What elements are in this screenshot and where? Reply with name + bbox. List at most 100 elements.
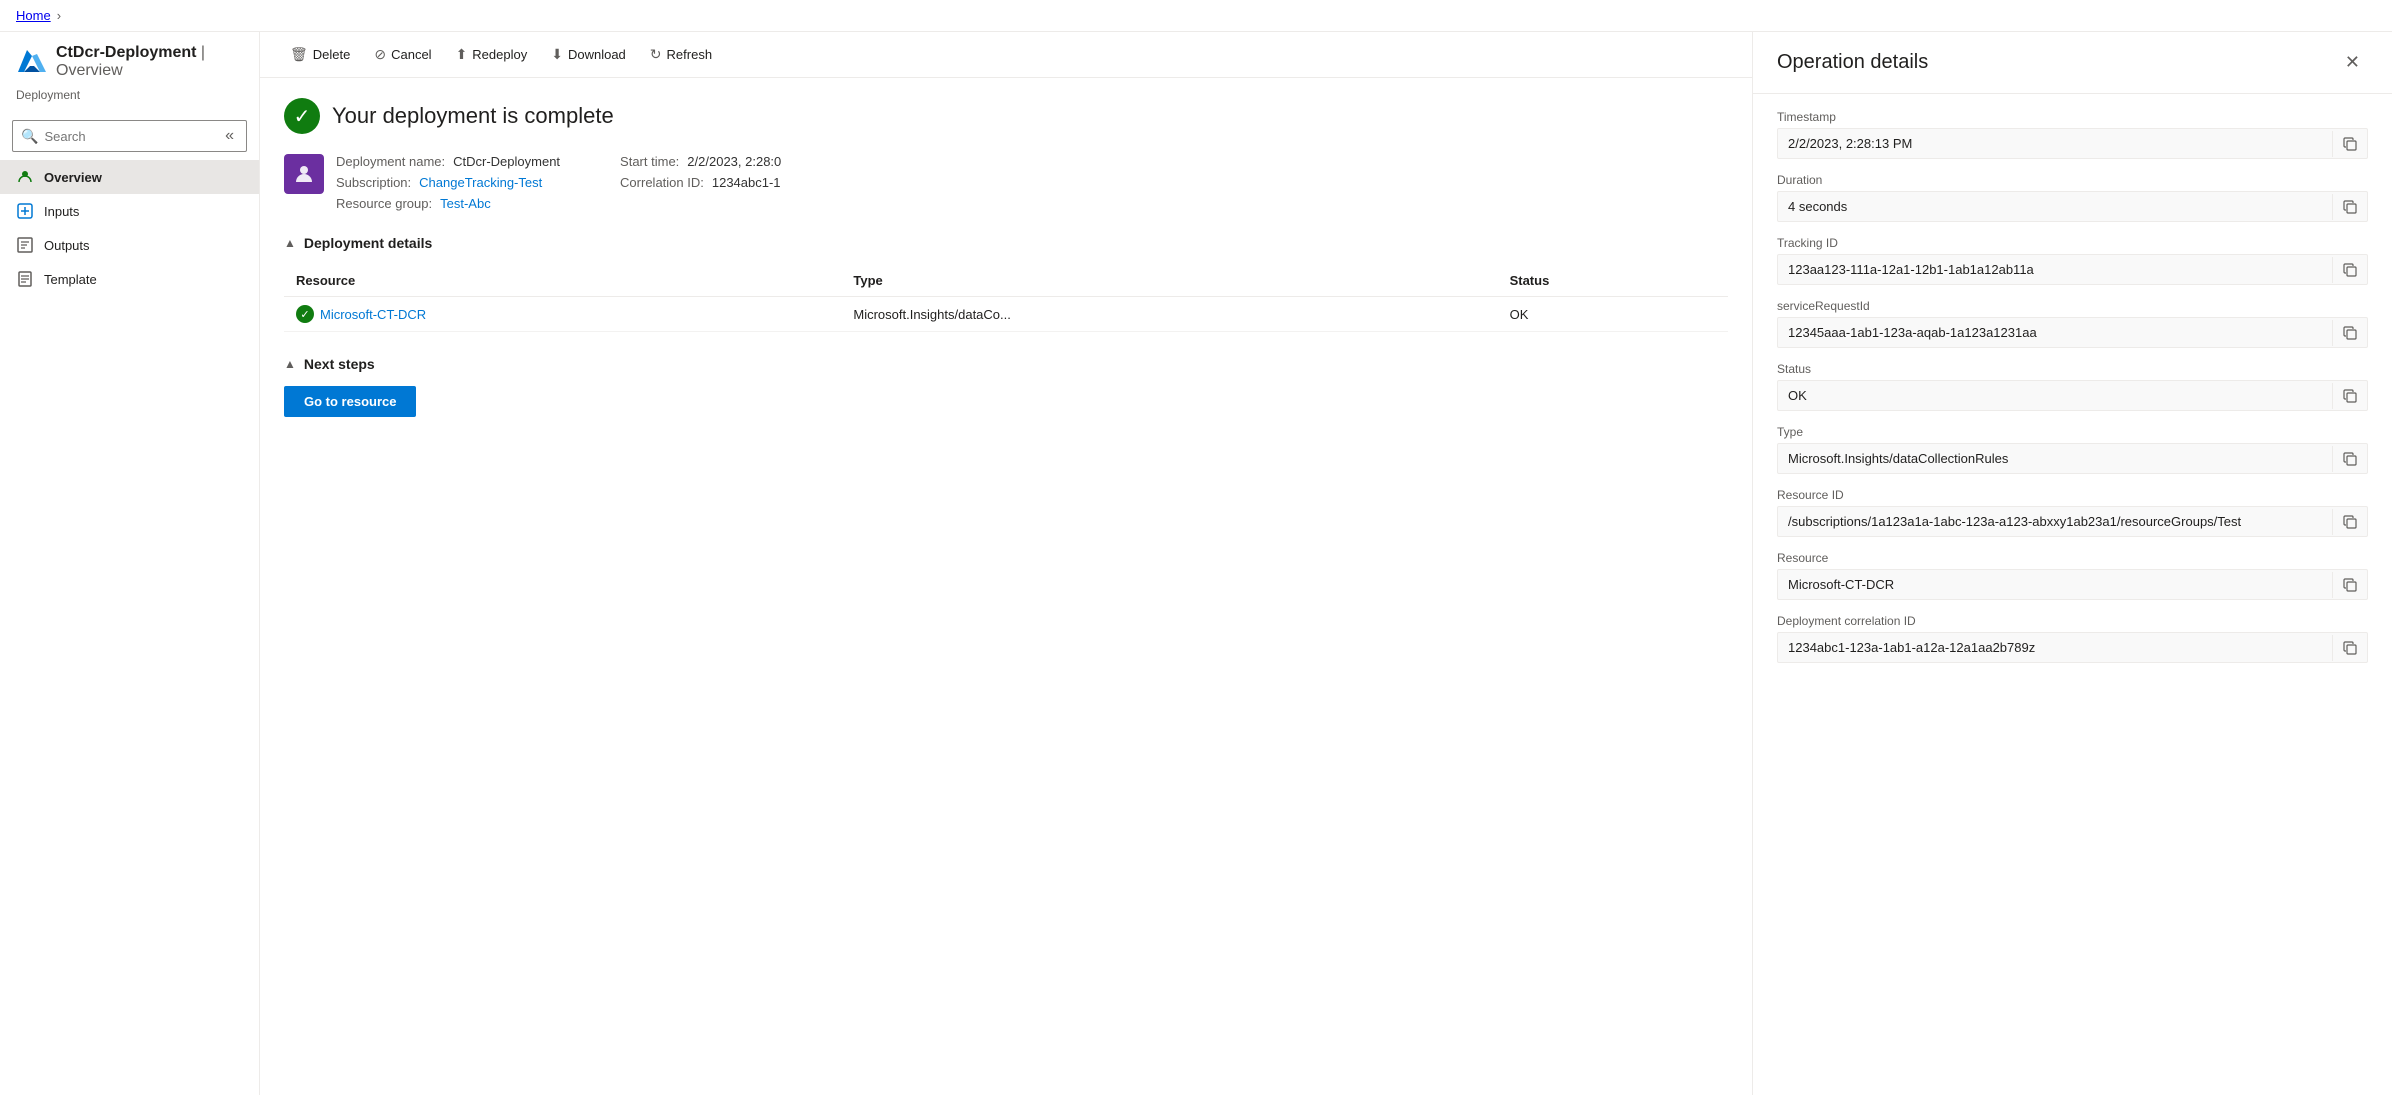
- meta-block-right: Start time: 2/2/2023, 2:28:0 Correlation…: [620, 154, 781, 211]
- deployment-resource-icon: [284, 154, 324, 194]
- field-value-row-4: OK: [1777, 380, 2368, 411]
- sidebar-header: CtDcr-Deployment | Overview: [0, 32, 259, 88]
- search-container: 🔍 «: [12, 120, 247, 152]
- go-to-resource-button[interactable]: Go to resource: [284, 386, 416, 417]
- field-value-row-6: /subscriptions/1a123a1a-1abc-123a-a123-a…: [1777, 506, 2368, 537]
- cancel-button[interactable]: ⊘ Cancel: [364, 40, 441, 69]
- copy-button-0[interactable]: [2332, 131, 2367, 157]
- status-cell: OK: [1498, 297, 1728, 332]
- field-label-3: serviceRequestId: [1777, 299, 2368, 313]
- collapse-button[interactable]: «: [221, 125, 238, 147]
- field-value-row-5: Microsoft.Insights/dataCollectionRules: [1777, 443, 2368, 474]
- deployment-meta: Deployment name: CtDcr-Deployment Subscr…: [336, 154, 781, 211]
- success-check-icon: ✓: [284, 98, 320, 134]
- search-input[interactable]: [44, 129, 215, 144]
- field-label-4: Status: [1777, 362, 2368, 376]
- field-label-5: Type: [1777, 425, 2368, 439]
- close-panel-button[interactable]: ✕: [2337, 48, 2368, 77]
- field-label-0: Timestamp: [1777, 110, 2368, 124]
- field-label-8: Deployment correlation ID: [1777, 614, 2368, 628]
- col-resource: Resource: [284, 265, 841, 297]
- resource-link[interactable]: ✓ Microsoft-CT-DCR: [296, 305, 829, 323]
- copy-button-6[interactable]: [2332, 509, 2367, 535]
- deployment-details-header[interactable]: ▲ Deployment details: [284, 235, 1728, 251]
- field-value-3: 12345aaa-1ab1-123a-aqab-1a123a1231aa: [1778, 318, 2332, 347]
- main-content: 🗑 Delete ⊘ Cancel ⬆ Redeploy ⬇ Download …: [260, 32, 1752, 1095]
- deployment-complete-banner: ✓ Your deployment is complete: [284, 98, 1728, 134]
- op-field-6: Resource ID /subscriptions/1a123a1a-1abc…: [1777, 488, 2368, 537]
- copy-button-5[interactable]: [2332, 446, 2367, 472]
- download-icon: ⬇: [551, 46, 563, 63]
- field-value-7: Microsoft-CT-DCR: [1778, 570, 2332, 599]
- breadcrumb-separator: ›: [57, 8, 61, 23]
- details-chevron-icon: ▲: [284, 236, 296, 250]
- op-field-4: Status OK: [1777, 362, 2368, 411]
- copy-button-8[interactable]: [2332, 635, 2367, 661]
- sidebar-title: CtDcr-Deployment | Overview: [56, 44, 243, 80]
- type-cell: Microsoft.Insights/dataCo...: [841, 297, 1497, 332]
- sidebar-item-inputs[interactable]: Inputs: [0, 194, 259, 228]
- search-icon: 🔍: [21, 128, 38, 145]
- field-label-1: Duration: [1777, 173, 2368, 187]
- deployment-meta-container: Deployment name: CtDcr-Deployment Subscr…: [284, 154, 1728, 235]
- redeploy-icon: ⬆: [456, 46, 468, 63]
- field-value-4: OK: [1778, 381, 2332, 410]
- template-icon: [16, 270, 34, 288]
- field-label-6: Resource ID: [1777, 488, 2368, 502]
- field-value-0: 2/2/2023, 2:28:13 PM: [1778, 129, 2332, 158]
- op-panel-header: Operation details ✕: [1753, 32, 2392, 94]
- download-button[interactable]: ⬇ Download: [541, 40, 636, 69]
- redeploy-button[interactable]: ⬆ Redeploy: [446, 40, 538, 69]
- correlation-id-value: 1234abc1-1: [712, 175, 781, 190]
- field-value-6: /subscriptions/1a123a1a-1abc-123a-a123-a…: [1778, 507, 2332, 536]
- field-value-2: 123aa123-111a-12a1-12b1-1ab1a12ab11a: [1778, 255, 2332, 284]
- op-field-1: Duration 4 seconds: [1777, 173, 2368, 222]
- sidebar-subtitle: Deployment: [0, 88, 259, 112]
- deployment-name-value: CtDcr-Deployment: [453, 154, 560, 169]
- field-label-7: Resource: [1777, 551, 2368, 565]
- breadcrumb: Home ›: [0, 0, 2392, 32]
- table-row: ✓ Microsoft-CT-DCR Microsoft.Insights/da…: [284, 297, 1728, 332]
- col-type: Type: [841, 265, 1497, 297]
- next-steps-header[interactable]: ▲ Next steps: [284, 356, 1728, 372]
- sidebar-item-template[interactable]: Template: [0, 262, 259, 296]
- op-panel-body: Timestamp 2/2/2023, 2:28:13 PM Duration …: [1753, 94, 2392, 679]
- overview-icon: [16, 168, 34, 186]
- field-label-2: Tracking ID: [1777, 236, 2368, 250]
- deployment-title: Your deployment is complete: [332, 103, 614, 129]
- op-field-5: Type Microsoft.Insights/dataCollectionRu…: [1777, 425, 2368, 474]
- next-steps-chevron-icon: ▲: [284, 357, 296, 371]
- field-value-row-2: 123aa123-111a-12a1-12b1-1ab1a12ab11a: [1777, 254, 2368, 285]
- copy-button-2[interactable]: [2332, 257, 2367, 283]
- copy-button-3[interactable]: [2332, 320, 2367, 346]
- op-field-0: Timestamp 2/2/2023, 2:28:13 PM: [1777, 110, 2368, 159]
- subscription-link[interactable]: ChangeTracking-Test: [419, 175, 542, 190]
- sidebar-item-inputs-label: Inputs: [44, 204, 79, 219]
- deployment-table: Resource Type Status ✓ Microsoft-CT-DCR …: [284, 265, 1728, 332]
- cancel-icon: ⊘: [374, 46, 386, 63]
- col-status: Status: [1498, 265, 1728, 297]
- row-success-icon: ✓: [296, 305, 314, 323]
- field-value-row-8: 1234abc1-123a-1ab1-a12a-12a1aa2b789z: [1777, 632, 2368, 663]
- op-field-2: Tracking ID 123aa123-111a-12a1-12b1-1ab1…: [1777, 236, 2368, 285]
- field-value-5: Microsoft.Insights/dataCollectionRules: [1778, 444, 2332, 473]
- refresh-button[interactable]: ↻ Refresh: [640, 40, 722, 69]
- field-value-1: 4 seconds: [1778, 192, 2332, 221]
- breadcrumb-home[interactable]: Home: [16, 8, 51, 23]
- sidebar-item-outputs[interactable]: Outputs: [0, 228, 259, 262]
- copy-button-1[interactable]: [2332, 194, 2367, 220]
- sidebar-item-overview[interactable]: Overview: [0, 160, 259, 194]
- azure-logo-icon: [16, 46, 48, 78]
- delete-button[interactable]: 🗑 Delete: [280, 40, 360, 69]
- copy-button-4[interactable]: [2332, 383, 2367, 409]
- start-time-value: 2/2/2023, 2:28:0: [687, 154, 781, 169]
- field-value-8: 1234abc1-123a-1ab1-a12a-12a1aa2b789z: [1778, 633, 2332, 662]
- field-value-row-1: 4 seconds: [1777, 191, 2368, 222]
- sidebar-item-overview-label: Overview: [44, 170, 102, 185]
- meta-block-left: Deployment name: CtDcr-Deployment Subscr…: [336, 154, 560, 211]
- resource-cell: ✓ Microsoft-CT-DCR: [284, 297, 841, 332]
- field-value-row-3: 12345aaa-1ab1-123a-aqab-1a123a1231aa: [1777, 317, 2368, 348]
- copy-button-7[interactable]: [2332, 572, 2367, 598]
- resource-group-link[interactable]: Test-Abc: [440, 196, 491, 211]
- sidebar-nav: Overview Inputs Outputs Template: [0, 160, 259, 296]
